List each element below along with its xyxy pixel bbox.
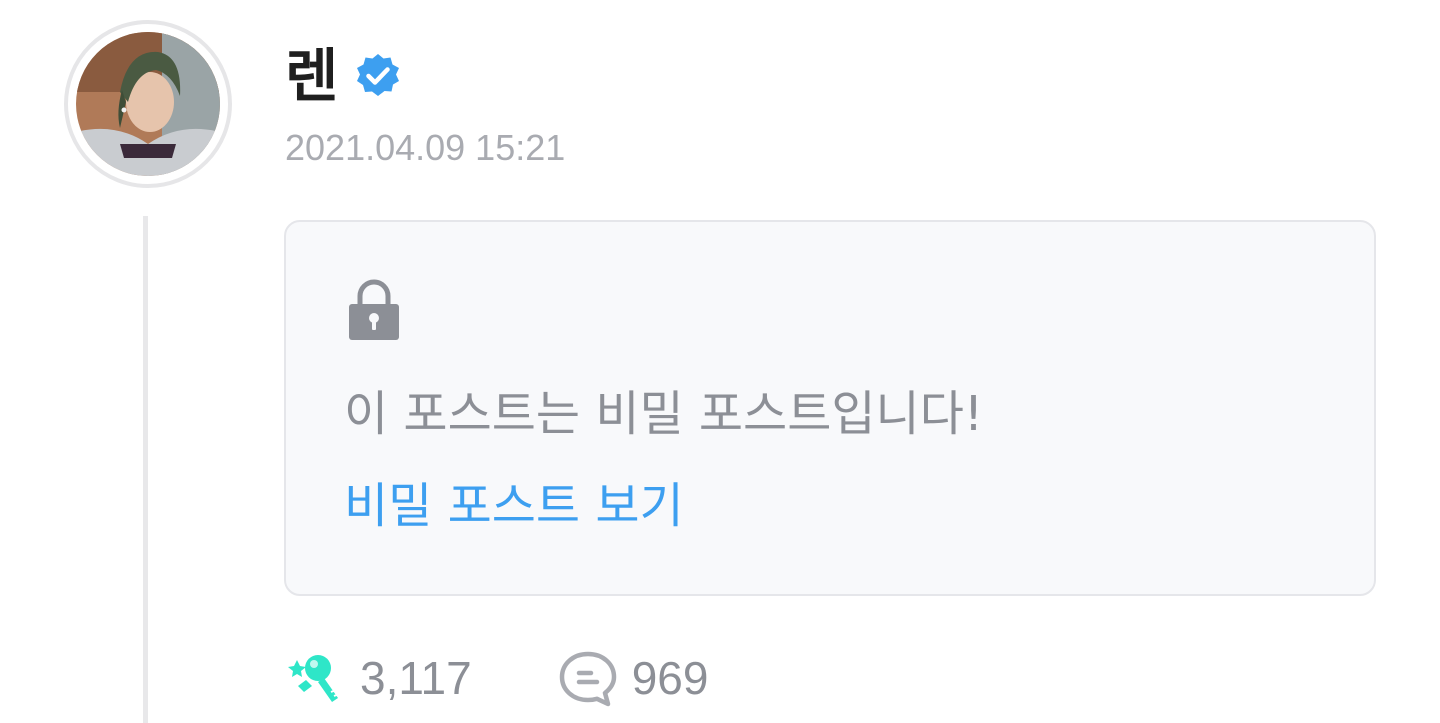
like-stat[interactable]: 3,117: [284, 646, 472, 710]
post-stats: 3,117 969: [284, 646, 708, 710]
comment-count: 969: [631, 652, 709, 704]
like-count: 3,117: [360, 652, 472, 704]
avatar[interactable]: [64, 20, 232, 188]
avatar-image: [76, 32, 220, 176]
post-timestamp: 2021.04.09 15:21: [285, 127, 566, 168]
post-item: 렌 2021.04.09 15:21 이 포스트는 비밀 포스트입니다! 비밀 …: [0, 0, 1440, 723]
comment-stat[interactable]: 969: [556, 646, 709, 710]
secret-post-message: 이 포스트는 비밀 포스트입니다!: [344, 386, 984, 442]
view-secret-post-link[interactable]: 비밀 포스트 보기: [344, 478, 684, 534]
secret-post-card: 이 포스트는 비밀 포스트입니다! 비밀 포스트 보기: [284, 220, 1376, 596]
comment-bubble-icon[interactable]: [556, 646, 620, 710]
key-heart-icon[interactable]: [284, 646, 348, 710]
thread-line: [143, 216, 148, 723]
lock-icon: [349, 279, 399, 340]
author-row: 렌: [285, 36, 402, 116]
verified-badge-icon: [357, 54, 400, 96]
author-name[interactable]: 렌: [285, 47, 338, 105]
